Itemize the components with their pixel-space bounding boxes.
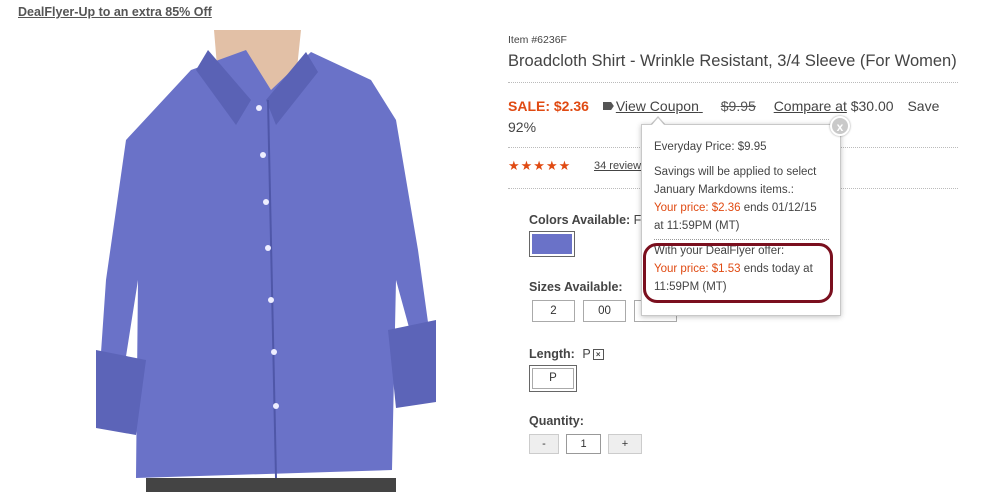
popup-arrow-fill (651, 118, 665, 126)
rating-stars: ★★★★★ (508, 158, 572, 173)
clear-length-icon[interactable]: × (592, 349, 604, 360)
product-title: Broadcloth Shirt - Wrinkle Resistant, 3/… (508, 52, 957, 70)
quantity-label: Quantity: (529, 414, 584, 428)
savings-text: Savings will be applied to select Januar… (654, 163, 839, 235)
your-price-1: Your price: $2.36 (654, 202, 741, 214)
compare-price: $30.00 (850, 98, 894, 114)
item-number: Item #6236F (508, 34, 567, 46)
divider (508, 82, 958, 83)
original-price: $9.95 (720, 98, 756, 114)
length-option-label: P (532, 368, 574, 389)
length-value: P (582, 347, 591, 361)
length-label-text: Length: (529, 347, 575, 361)
dealflyer-line: With your DealFlyer offer: (654, 245, 785, 257)
length-label: Length: P × (529, 347, 604, 361)
length-option[interactable]: P (529, 365, 577, 392)
your-price-2: Your price: $1.53 (654, 263, 741, 275)
everyday-price: Everyday Price: $9.95 (654, 141, 767, 153)
view-coupon-link[interactable]: View Coupon (602, 98, 703, 114)
dealflyer-promo-link[interactable]: DealFlyer-Up to an extra 85% Off (18, 5, 212, 19)
your-price-2-time: 11:59PM (MT) (654, 281, 727, 293)
save-percent: 92% (508, 119, 537, 135)
colors-label-text: Colors Available: (529, 213, 631, 227)
popup-divider (654, 239, 829, 240)
tag-icon (602, 102, 614, 110)
your-price-1-ends: ends 01/12/15 (740, 202, 817, 214)
swatch-fill (532, 234, 572, 254)
dealflyer-text: With your DealFlyer offer: Your price: $… (654, 242, 839, 296)
savings-line-1: Savings will be applied to select (654, 166, 817, 178)
close-icon[interactable]: x (830, 116, 850, 136)
quantity-decrement-button[interactable]: - (529, 434, 559, 454)
color-swatch[interactable] (529, 231, 575, 257)
product-image (96, 30, 436, 492)
colors-label: Colors Available: F (529, 213, 641, 227)
reviews-link[interactable]: 34 review (594, 160, 641, 172)
quantity-increment-button[interactable]: + (608, 434, 642, 454)
size-option[interactable]: 2 (532, 300, 575, 322)
quantity-input[interactable]: 1 (566, 434, 601, 454)
sizes-label: Sizes Available: (529, 280, 623, 294)
compare-at-link[interactable]: Compare at (774, 98, 847, 114)
save-label: Save (907, 98, 940, 114)
savings-line-2: January Markdowns items.: (654, 184, 794, 196)
sale-price: SALE: $2.36 (508, 98, 589, 114)
view-coupon-label: View Coupon (615, 98, 699, 114)
your-price-1-time: at 11:59PM (MT) (654, 220, 740, 232)
size-option[interactable]: 00 (583, 300, 626, 322)
your-price-2-ends: ends today at (740, 263, 813, 275)
